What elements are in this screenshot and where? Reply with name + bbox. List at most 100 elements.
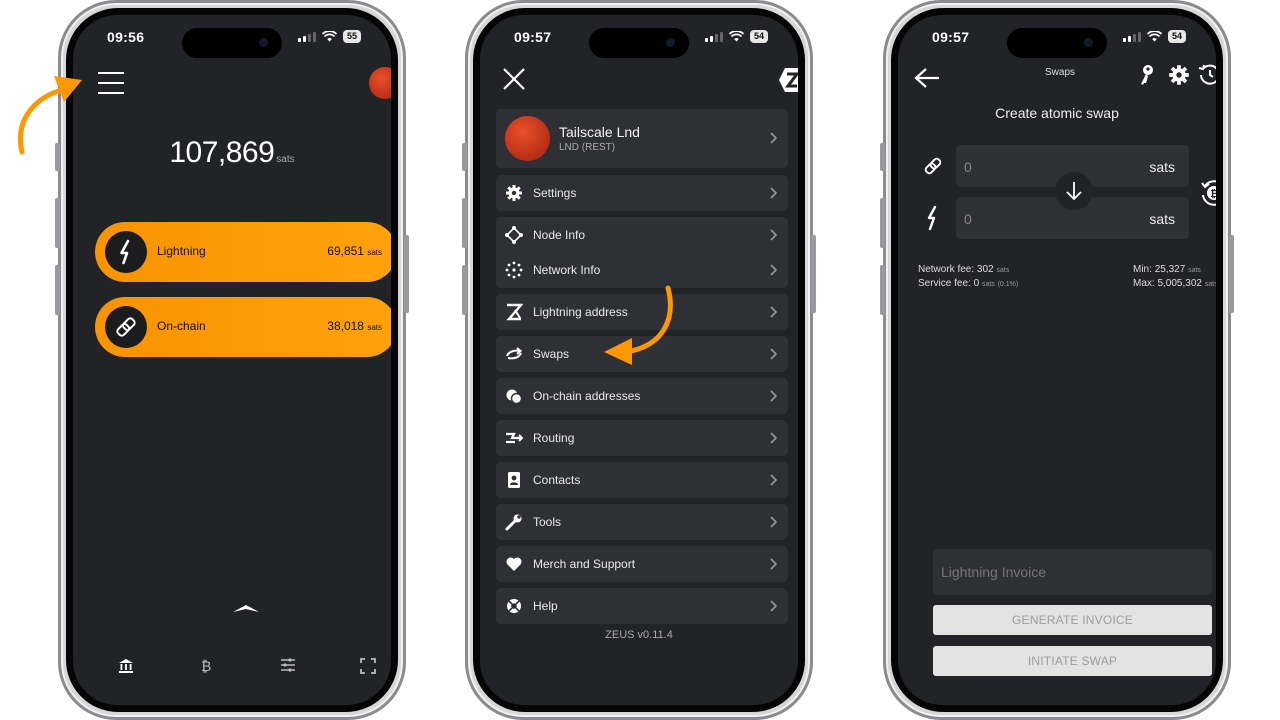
gear-icon[interactable]: [1168, 64, 1190, 86]
chevron-right-icon: [770, 348, 778, 360]
chevron-right-icon: [770, 390, 778, 402]
reverse-swap-button[interactable]: [1055, 172, 1093, 210]
volume-up-button: [55, 198, 60, 248]
power-button: [404, 235, 409, 313]
phone-swaps: 09:57 54 Swaps Create atomic swap 0 sats…: [880, 0, 1234, 720]
wifi-icon: [321, 31, 337, 42]
menu-item-lightning-address[interactable]: Lightning address: [496, 294, 788, 330]
wifi-icon: [728, 31, 744, 42]
node-avatar[interactable]: [369, 67, 391, 99]
menu-item-contacts[interactable]: Contacts: [496, 462, 788, 498]
node-icon: [505, 226, 523, 244]
chevron-right-icon: [770, 600, 778, 612]
menu-item-onchain-addresses[interactable]: On-chain addresses: [496, 378, 788, 414]
menu-group-merch: Merch and Support: [496, 546, 788, 582]
menu-item-merch-and-support[interactable]: Merch and Support: [496, 546, 788, 582]
menu-group-contacts: Contacts: [496, 462, 788, 498]
swap-icon: [506, 347, 523, 360]
menu-item-label: Help: [533, 599, 558, 613]
bitcoin-icon[interactable]: ₿: [199, 658, 213, 674]
power-button: [1229, 235, 1234, 313]
initiate-swap-button[interactable]: INITIATE SWAP: [933, 646, 1212, 676]
tutorial-stage: 09:56 55 107,869 sats Lightning 69,851 s…: [0, 0, 1280, 720]
battery-indicator: 54: [1167, 30, 1186, 43]
routing-icon: [506, 432, 523, 444]
scan-icon[interactable]: [360, 658, 376, 674]
signal-icon: [704, 31, 723, 42]
menu-item-settings[interactable]: Settings: [496, 175, 788, 211]
hamburger-menu-icon[interactable]: [97, 71, 125, 95]
status-time: 09:57: [932, 29, 970, 45]
chevron-right-icon: [770, 306, 778, 318]
network-icon: [505, 261, 523, 279]
menu-group-tools: Tools: [496, 504, 788, 540]
page-subtitle: Create atomic swap: [995, 105, 1119, 121]
total-balance: 107,869 sats: [73, 136, 391, 170]
menu-item-label: Merch and Support: [533, 557, 636, 571]
menu-item-tools[interactable]: Tools: [496, 504, 788, 540]
close-icon[interactable]: [502, 67, 526, 91]
list-icon[interactable]: [280, 658, 296, 672]
mute-switch: [462, 143, 467, 171]
key-icon[interactable]: [1138, 64, 1156, 86]
menu-item-label: Swaps: [533, 347, 570, 361]
onchain-account-button[interactable]: On-chain 38,018 sats: [95, 297, 391, 357]
min-amount: Min: 25,327 sats: [1133, 264, 1201, 275]
lightning-account-button[interactable]: Lightning 69,851 sats: [95, 222, 391, 282]
node-selector[interactable]: Tailscale Lnd LND (REST): [496, 109, 788, 168]
app-version: ZEUS v0.11.4: [605, 629, 673, 641]
menu-item-label: Settings: [533, 186, 577, 200]
expand-handle-icon[interactable]: [231, 602, 261, 616]
menu-item-network-info[interactable]: Network Info: [496, 252, 788, 288]
menu-item-label: Tools: [533, 515, 562, 529]
account-label: Lightning: [157, 244, 206, 258]
onchain-disc: [105, 306, 147, 348]
generate-invoice-button[interactable]: GENERATE INVOICE: [933, 605, 1212, 635]
contacts-icon: [508, 472, 520, 488]
svg-text:₿: ₿: [1210, 188, 1216, 200]
status-icons: 54: [1122, 30, 1186, 43]
menu-group-swaps: Swaps: [496, 336, 788, 372]
zeus-logo-icon: [779, 68, 798, 92]
menu-item-node-info[interactable]: Node Info: [496, 217, 788, 253]
battery-indicator: 54: [749, 30, 768, 43]
volume-down-button: [880, 265, 885, 315]
volume-down-button: [462, 265, 467, 315]
account-amount: 69,851 sats: [327, 244, 382, 258]
menu-group-help: Help: [496, 588, 788, 624]
zeus-z-icon: [506, 303, 523, 321]
node-avatar: [505, 116, 550, 161]
menu-item-help[interactable]: Help: [496, 588, 788, 624]
chevron-right-icon: [770, 229, 778, 241]
dynamic-island: [589, 28, 689, 58]
swap-to-unit: sats: [1149, 211, 1175, 227]
chevron-right-icon: [770, 558, 778, 570]
wifi-icon: [1146, 31, 1162, 42]
chevron-right-icon: [770, 432, 778, 444]
node-type: LND (REST): [559, 142, 616, 153]
menu-item-label: Contacts: [533, 473, 581, 487]
menu-item-swaps[interactable]: Swaps: [496, 336, 788, 372]
menu-item-routing[interactable]: Routing: [496, 420, 788, 456]
coins-icon: [506, 389, 523, 405]
history-icon[interactable]: [1198, 63, 1216, 87]
max-amount: Max: 5,005,302 sats: [1133, 278, 1216, 289]
status-icons: 55: [297, 30, 361, 43]
menu-group-info: Node Info Network Info: [496, 217, 788, 288]
arrow-down-icon: [1066, 182, 1082, 201]
mute-switch: [880, 143, 885, 171]
gear-icon: [506, 185, 522, 201]
menu-screen: 09:57 54 Tailscale Lnd LND (REST) Settin…: [480, 15, 798, 705]
bank-icon[interactable]: [118, 658, 134, 674]
chevron-right-icon: [770, 474, 778, 486]
back-arrow-icon[interactable]: [914, 67, 940, 89]
dynamic-island: [182, 28, 282, 58]
status-icons: 54: [704, 30, 768, 43]
menu-group-routing: Routing: [496, 420, 788, 456]
home-screen: 09:56 55 107,869 sats Lightning 69,851 s…: [73, 15, 391, 705]
signal-icon: [1122, 31, 1141, 42]
node-name: Tailscale Lnd: [559, 124, 640, 140]
bitcoin-refresh-icon[interactable]: ₿: [1199, 178, 1216, 208]
lightning-invoice-input[interactable]: [933, 549, 1212, 595]
swaps-screen: 09:57 54 Swaps Create atomic swap 0 sats…: [898, 15, 1216, 705]
